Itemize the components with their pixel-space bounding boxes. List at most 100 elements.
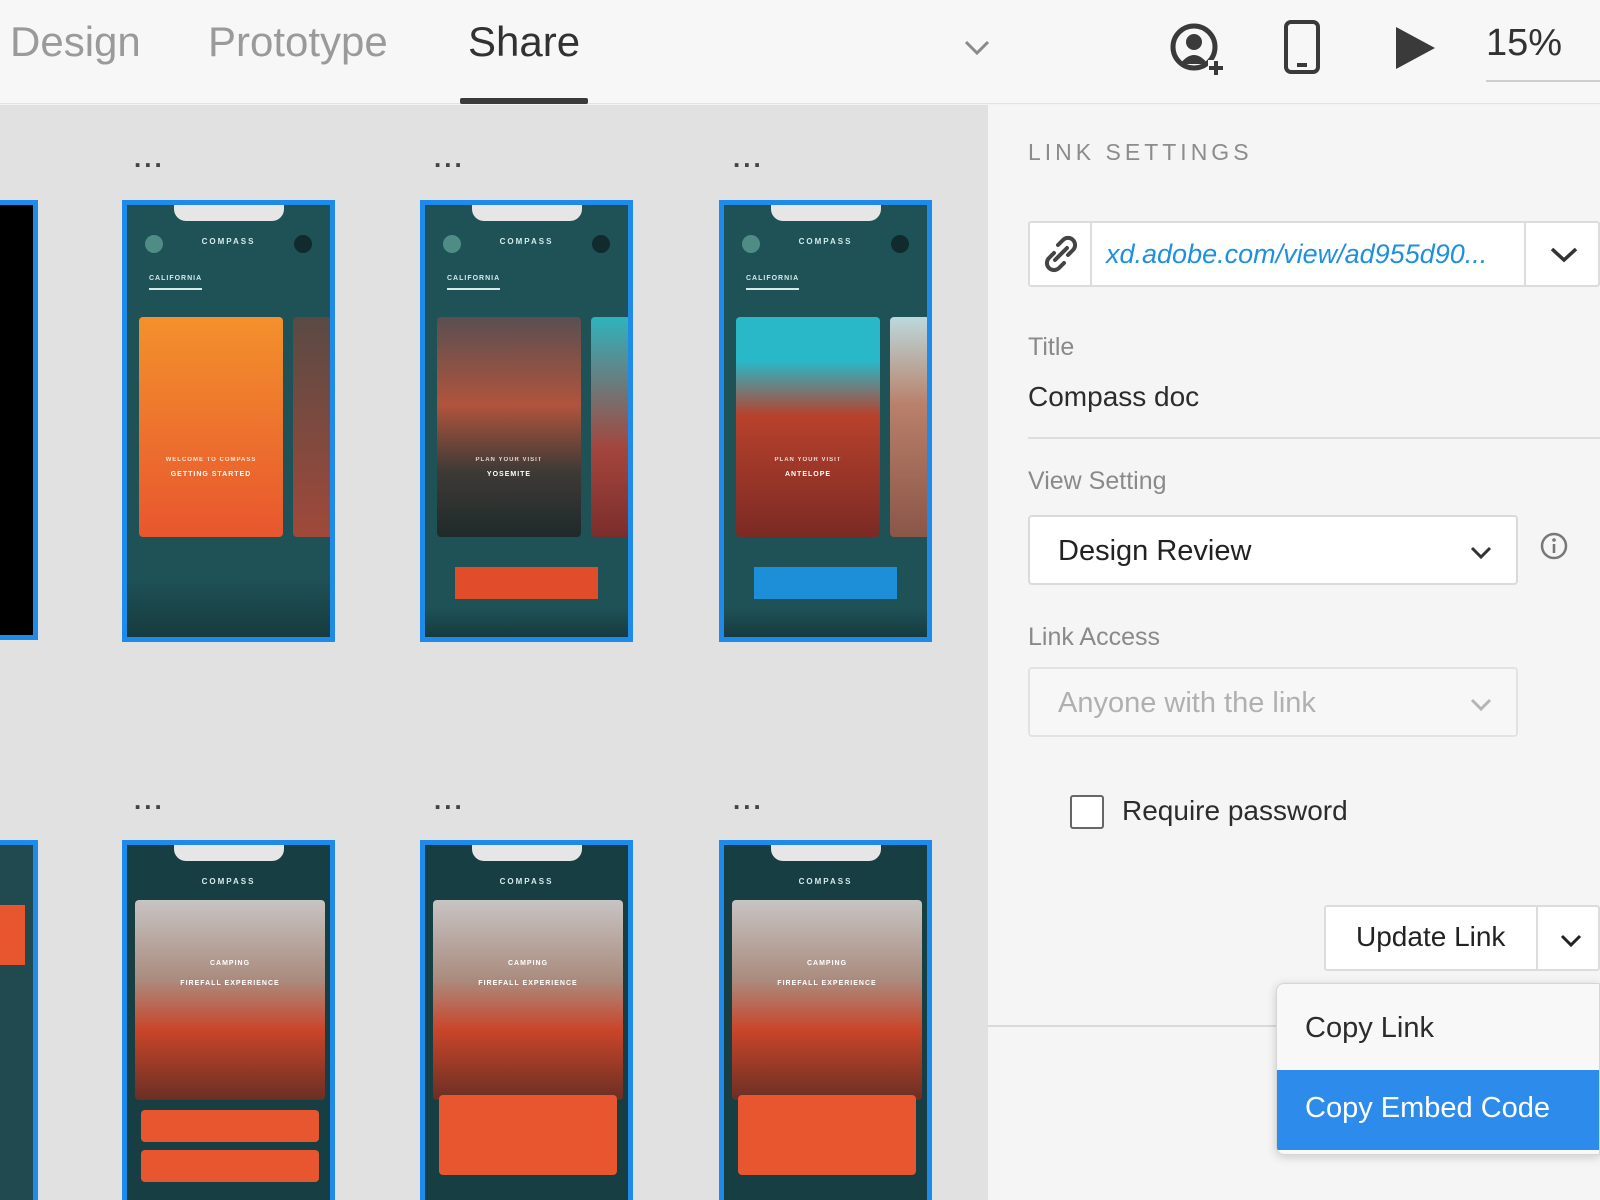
- card-kicker: PLAN YOUR VISIT: [774, 457, 842, 463]
- card-kicker: PLAN YOUR VISIT: [475, 457, 543, 463]
- hero-subcaption: FIREFALL EXPERIENCE: [777, 980, 877, 987]
- app-title: COMPASS: [201, 877, 256, 886]
- phone-notch: [770, 205, 881, 221]
- phone-notch: [770, 845, 881, 861]
- phone-notch: [471, 845, 582, 861]
- link-access-select[interactable]: Anyone with the link: [1028, 667, 1518, 737]
- cta-button: [455, 567, 598, 599]
- link-options-button[interactable]: [1524, 223, 1600, 285]
- mobile-preview-icon[interactable]: [1282, 20, 1322, 76]
- cta-button: [754, 567, 897, 599]
- chevron-down-icon: [1470, 546, 1492, 560]
- share-panel: LINK SETTINGS xd.adobe.com/view/ad955d90…: [988, 105, 1600, 1200]
- artboard-more-icon[interactable]: ...: [434, 785, 465, 816]
- phone-notch: [173, 845, 284, 861]
- artboard-more-icon[interactable]: ...: [733, 143, 764, 174]
- update-link-button[interactable]: Update Link: [1324, 905, 1600, 971]
- chevron-down-icon: [1470, 698, 1492, 712]
- chevron-down-icon: [1550, 247, 1578, 263]
- artboard-more-icon[interactable]: ...: [434, 143, 465, 174]
- card-caption: GETTING STARTED: [170, 471, 252, 478]
- artboard-footer: [425, 607, 628, 637]
- app-title: COMPASS: [499, 237, 554, 246]
- next-card-preview: [293, 317, 330, 537]
- chevron-down-icon[interactable]: [960, 30, 994, 64]
- view-setting-label: View Setting: [1028, 467, 1167, 495]
- menu-item-copy-link[interactable]: Copy Link: [1277, 990, 1599, 1070]
- invite-user-icon[interactable]: [1168, 20, 1226, 78]
- menu-item-copy-embed-code[interactable]: Copy Embed Code: [1277, 1070, 1599, 1150]
- next-card-preview: [890, 317, 927, 537]
- phone-notch: [173, 205, 284, 221]
- hero-image: CAMPING FIREFALL EXPERIENCE: [135, 900, 325, 1100]
- zoom-underline: [1486, 80, 1600, 82]
- app-title: COMPASS: [499, 877, 554, 886]
- app-title: COMPASS: [798, 237, 853, 246]
- app-subtitle: CALIFORNIA: [149, 275, 203, 290]
- panel-title: LINK SETTINGS: [1028, 139, 1253, 165]
- play-icon[interactable]: [1392, 24, 1438, 72]
- hero-caption: CAMPING: [806, 960, 848, 967]
- require-password-label[interactable]: Require password: [1122, 795, 1348, 827]
- detail-card: [439, 1095, 617, 1175]
- title-label: Title: [1028, 333, 1075, 361]
- app-title: COMPASS: [798, 877, 853, 886]
- phone-notch: [471, 205, 582, 221]
- hero-image: CAMPING FIREFALL EXPERIENCE: [433, 900, 623, 1100]
- chevron-down-icon[interactable]: [1558, 927, 1584, 953]
- artboard[interactable]: COMPASS CAMPING FIREFALL EXPERIENCE: [719, 840, 932, 1200]
- artboard-partial[interactable]: [0, 840, 38, 1200]
- artboard-partial[interactable]: [0, 200, 38, 640]
- tab-design[interactable]: Design: [10, 18, 141, 104]
- link-icon-cell: [1030, 223, 1092, 285]
- tab-prototype[interactable]: Prototype: [208, 18, 388, 104]
- update-link-dropdown-menu: Copy Link Copy Embed Code: [1276, 983, 1600, 1155]
- hero-image: CAMPING FIREFALL EXPERIENCE: [732, 900, 922, 1100]
- app-title: COMPASS: [201, 237, 256, 246]
- tab-share[interactable]: Share: [459, 18, 589, 104]
- destination-card: PLAN YOUR VISIT ANTELOPE: [736, 317, 880, 537]
- detail-card: [738, 1095, 916, 1175]
- update-link-label: Update Link: [1356, 921, 1506, 952]
- card-caption: ANTELOPE: [784, 471, 832, 478]
- artboard-more-icon[interactable]: ...: [733, 785, 764, 816]
- list-item: [141, 1150, 319, 1182]
- share-link-url[interactable]: xd.adobe.com/view/ad955d90...: [1106, 239, 1487, 270]
- artboard-partial-card: [0, 905, 25, 965]
- artboard-more-icon[interactable]: ...: [134, 785, 165, 816]
- require-password-checkbox[interactable]: [1070, 795, 1104, 829]
- hero-subcaption: FIREFALL EXPERIENCE: [180, 980, 280, 987]
- card-kicker: WELCOME TO COMPASS: [165, 457, 257, 463]
- top-toolbar: Design Prototype Share 15%: [0, 0, 1600, 104]
- app-subtitle: CALIFORNIA: [447, 275, 501, 290]
- hero-caption: CAMPING: [507, 960, 549, 967]
- link-access-label: Link Access: [1028, 623, 1161, 651]
- artboard[interactable]: COMPASS CALIFORNIA WELCOME TO COMPASS GE…: [122, 200, 335, 642]
- hero-subcaption: FIREFALL EXPERIENCE: [478, 980, 578, 987]
- design-canvas[interactable]: ... ... ... COMPASS CALIFORNIA WELCOME T…: [0, 105, 988, 1200]
- link-icon: [1044, 235, 1078, 273]
- artboard[interactable]: COMPASS CALIFORNIA PLAN YOUR VISIT ANTEL…: [719, 200, 932, 642]
- app-subtitle: CALIFORNIA: [746, 275, 800, 290]
- zoom-level[interactable]: 15%: [1486, 22, 1562, 65]
- link-access-value: Anyone with the link: [1058, 687, 1316, 719]
- destination-card: WELCOME TO COMPASS GETTING STARTED: [139, 317, 283, 537]
- title-field[interactable]: Compass doc: [1028, 381, 1199, 413]
- artboard[interactable]: COMPASS CAMPING FIREFALL EXPERIENCE: [420, 840, 633, 1200]
- artboard[interactable]: COMPASS CAMPING FIREFALL EXPERIENCE: [122, 840, 335, 1200]
- view-setting-select[interactable]: Design Review: [1028, 515, 1518, 585]
- next-card-preview: [591, 317, 628, 537]
- hero-caption: CAMPING: [209, 960, 251, 967]
- card-caption: YOSEMITE: [486, 471, 532, 478]
- artboard-more-icon[interactable]: ...: [134, 143, 165, 174]
- button-divider: [1536, 907, 1538, 969]
- destination-card: PLAN YOUR VISIT YOSEMITE: [437, 317, 581, 537]
- title-underline: [1028, 437, 1600, 439]
- artboard-footer: [724, 607, 927, 637]
- list-item: [141, 1110, 319, 1142]
- view-setting-value: Design Review: [1058, 535, 1252, 567]
- share-link-field[interactable]: xd.adobe.com/view/ad955d90...: [1028, 221, 1600, 287]
- info-icon[interactable]: [1538, 530, 1570, 562]
- artboard-footer: [127, 577, 330, 637]
- artboard[interactable]: COMPASS CALIFORNIA PLAN YOUR VISIT YOSEM…: [420, 200, 633, 642]
